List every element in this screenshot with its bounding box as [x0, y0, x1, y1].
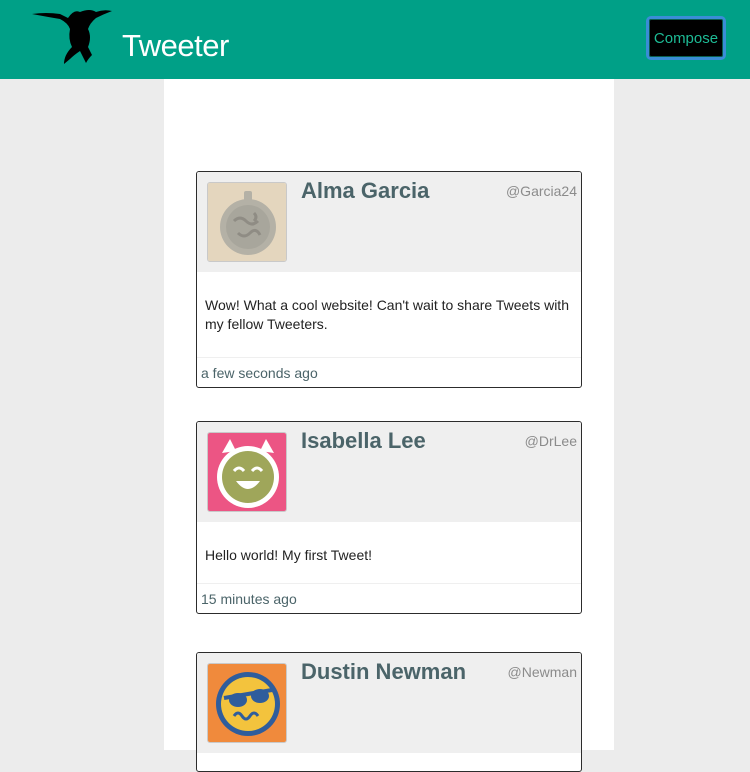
tweet-card: Alma Garcia @Garcia24 Wow! What a cool w…: [196, 171, 582, 388]
app-title: Tweeter: [122, 28, 229, 63]
devil-face-avatar-icon: [207, 432, 287, 512]
tweet-author-handle[interactable]: @Newman: [508, 662, 577, 682]
tweet-author-name[interactable]: Alma Garcia: [301, 176, 429, 206]
tweet-author-name[interactable]: Isabella Lee: [301, 426, 426, 456]
tweet-author-name[interactable]: Dustin Newman: [301, 657, 466, 687]
tweet-card: Isabella Lee @DrLee Hello world! My firs…: [196, 421, 582, 614]
tweet-feed: Alma Garcia @Garcia24 Wow! What a cool w…: [164, 79, 614, 772]
tweet-header: Isabella Lee @DrLee: [197, 422, 581, 522]
tweet-text: Wow! What a cool website! Can't wait to …: [197, 272, 581, 358]
cookie-avatar-icon: [207, 182, 287, 262]
tweet-author-handle[interactable]: @Garcia24: [506, 181, 577, 201]
sunglasses-avatar-icon: [207, 663, 287, 743]
tweet-card: Dustin Newman @Newman: [196, 652, 582, 772]
tweet-text: Hello world! My first Tweet!: [197, 522, 581, 584]
tweet-author-handle[interactable]: @DrLee: [525, 431, 577, 451]
hummingbird-icon: [30, 7, 114, 67]
tweet-header: Alma Garcia @Garcia24: [197, 172, 581, 272]
tweet-header: Dustin Newman @Newman: [197, 653, 581, 753]
tweet-timestamp: a few seconds ago: [201, 365, 318, 381]
tweet-timestamp: 15 minutes ago: [201, 591, 297, 607]
navbar: Tweeter Compose: [0, 0, 750, 79]
compose-button[interactable]: Compose: [646, 16, 726, 60]
